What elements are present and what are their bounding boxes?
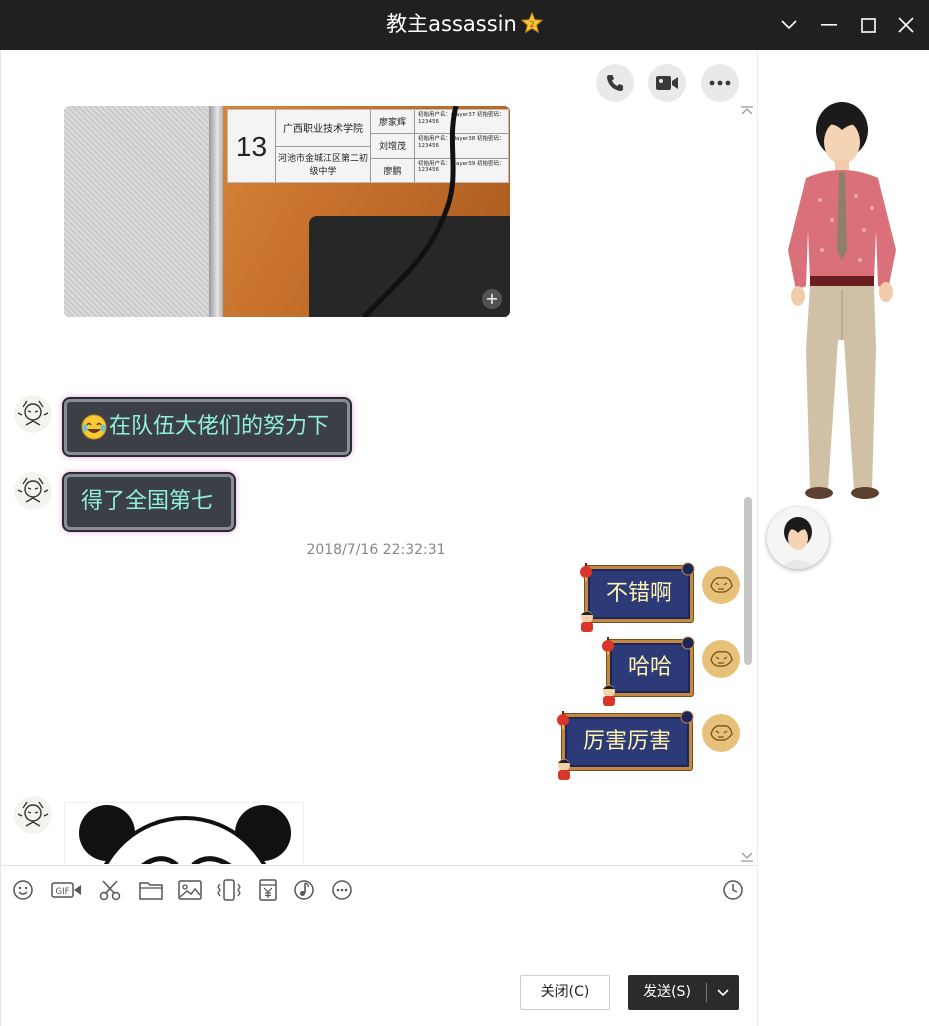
svg-text:2: 2: [529, 20, 534, 29]
message-list[interactable]: 13 广西职业技术学院 河池市金城江区第二初级中学 廖家辉 刘增茂 廖鹏 初始用…: [1, 106, 746, 864]
timestamp: 2018/7/16 22:32:31: [306, 542, 446, 558]
scroll-down-icon[interactable]: [740, 850, 754, 862]
child-icon: [603, 685, 615, 706]
avatar[interactable]: [702, 566, 740, 604]
phone-icon[interactable]: [596, 64, 634, 102]
photo-message[interactable]: 13 广西职业技术学院 河池市金城江区第二初级中学 廖家辉 刘增茂 廖鹏 初始用…: [64, 106, 510, 317]
vip-star-icon: 2: [520, 12, 543, 34]
chevron-down-icon[interactable]: [774, 10, 804, 40]
minimize-icon[interactable]: [814, 10, 844, 40]
close-icon[interactable]: [891, 10, 921, 40]
message-bubble-received[interactable]: 得了全国第七: [64, 474, 235, 530]
contact-avatar[interactable]: [767, 507, 829, 569]
shake-icon[interactable]: [217, 878, 241, 902]
contact-show-pane: [757, 50, 929, 1026]
avatar[interactable]: [14, 472, 52, 510]
send-button[interactable]: 发送(S): [628, 975, 739, 1010]
chat-pane: 13 广西职业技术学院 河池市金城江区第二初级中学 廖家辉 刘增茂 廖鹏 初始用…: [0, 50, 758, 1026]
moon-icon: [681, 562, 695, 576]
history-clock-icon[interactable]: [721, 878, 745, 902]
child-icon: [581, 611, 593, 632]
moon-icon: [681, 636, 695, 650]
scroll-up-icon[interactable]: [740, 106, 754, 118]
title-bar: 教主assassin 2: [0, 0, 929, 50]
panda-meme-sticker[interactable]: [64, 802, 304, 864]
send-options-chevron-icon[interactable]: [707, 975, 739, 1010]
gif-label: GIF: [56, 887, 70, 897]
message-input[interactable]: [1, 911, 758, 973]
message-text: 不错啊: [606, 581, 673, 606]
message-text: 在队伍大佬们的努力下: [109, 414, 330, 439]
message-bubble-sent[interactable]: 不错啊: [580, 562, 695, 632]
message-bubble-sent[interactable]: 厉害厉害: [557, 710, 694, 780]
lantern-icon: [580, 563, 592, 581]
close-button[interactable]: 关闭(C): [520, 975, 610, 1010]
red-packet-icon[interactable]: [256, 878, 280, 902]
maximize-icon[interactable]: [853, 10, 883, 40]
avatar[interactable]: [14, 796, 52, 834]
message-bubble-received[interactable]: 在队伍大佬们的努力下: [64, 399, 351, 455]
send-button-label: 发送(S): [643, 984, 691, 1000]
more-icon[interactable]: [330, 878, 354, 902]
message-text: 哈哈: [628, 655, 673, 680]
scissors-icon[interactable]: [98, 878, 122, 902]
gif-icon[interactable]: GIF: [51, 878, 83, 902]
image-icon[interactable]: [178, 878, 202, 902]
avatar[interactable]: [702, 640, 740, 678]
avatar[interactable]: [702, 714, 740, 752]
message-text: 得了全国第七: [81, 489, 214, 514]
folder-icon[interactable]: [139, 878, 163, 902]
scrollbar-thumb[interactable]: [744, 497, 752, 665]
lantern-icon: [602, 637, 614, 655]
tears-of-joy-emoji: [81, 414, 107, 440]
contact-name: 教主assassin: [386, 12, 517, 36]
input-toolbar: GIF: [1, 865, 758, 911]
music-icon[interactable]: [292, 878, 316, 902]
photo-cable: [362, 106, 459, 317]
child-icon: [558, 759, 570, 780]
more-icon[interactable]: [701, 64, 739, 102]
avatar[interactable]: [14, 395, 52, 433]
zoom-plus-icon[interactable]: +: [482, 289, 502, 309]
message-text: 厉害厉害: [583, 729, 672, 754]
moon-icon: [680, 710, 694, 724]
avatar-figure-image: [788, 102, 896, 499]
emoji-icon[interactable]: [11, 878, 35, 902]
message-bubble-sent[interactable]: 哈哈: [602, 636, 695, 706]
video-call-icon[interactable]: [648, 64, 686, 102]
lantern-icon: [557, 711, 569, 729]
